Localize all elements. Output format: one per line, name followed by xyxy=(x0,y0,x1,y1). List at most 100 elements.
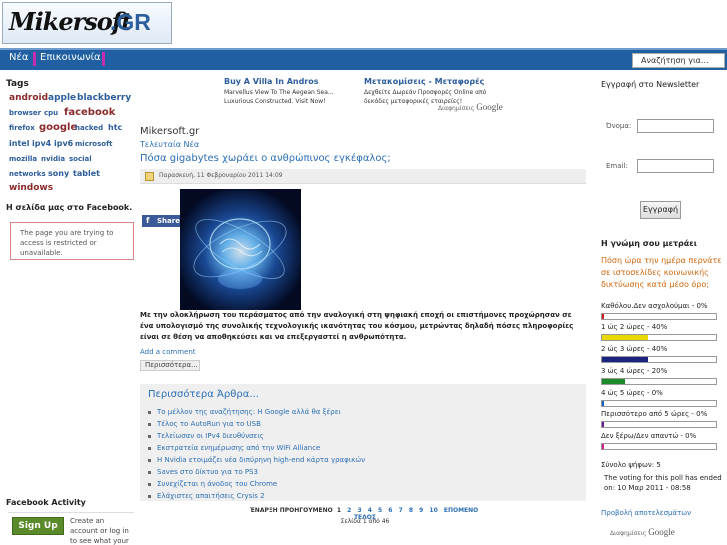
pager-prev[interactable]: ΠΡΟΗΓΟΥΜΕΝΟ xyxy=(280,507,333,514)
bullet-icon xyxy=(148,446,151,450)
tag[interactable]: nvidia xyxy=(41,155,65,163)
article-link-text[interactable]: Τέλος το AutoRun για το USB xyxy=(157,420,261,428)
facebook-activity-box: Sign Up Create an account or log in to s… xyxy=(8,512,134,545)
article-link-text[interactable]: Το μέλλον της αναζήτησης: Η Google αλλά … xyxy=(157,408,341,416)
poll-fill xyxy=(602,357,648,362)
poll-option-label[interactable]: Καθόλου.Δεν ασχολούμαι - 0% xyxy=(601,302,708,310)
add-comment-link[interactable]: Add a comment xyxy=(140,348,196,356)
search-input[interactable]: Αναζήτηση για... xyxy=(632,53,725,68)
poll-ended-text: The voting for this poll has ended on: 1… xyxy=(604,474,722,492)
facebook-page-title: Η σελίδα μας στο Facebook. xyxy=(6,203,133,212)
article-link-text[interactable]: Η Nvidia ετοιμάζει νέα διπύρηνη high-end… xyxy=(157,456,365,464)
facebook-share-button[interactable]: Share xyxy=(142,215,181,227)
pager-page[interactable]: 3 xyxy=(357,507,361,514)
pager-page[interactable]: 6 xyxy=(388,507,392,514)
tag[interactable]: cpu xyxy=(44,109,58,117)
ad-block[interactable]: Buy A Villa In Andros Marvellus View To … xyxy=(224,77,364,106)
article-link[interactable]: Τελείωσαν οι IPv4 διευθύνσεις xyxy=(148,432,264,440)
tag[interactable]: hacked xyxy=(75,124,103,132)
name-label: Όνομα: xyxy=(606,122,632,130)
ad-title[interactable]: Buy A Villa In Andros xyxy=(224,77,364,86)
page-count: Σελίδα 1 από 46 xyxy=(340,518,390,525)
post-body: Με την ολοκλήρωση του περάσματος από την… xyxy=(140,311,574,341)
nav-item-news[interactable]: Νέα xyxy=(9,52,28,63)
article-link-text[interactable]: Εκστρατεία ενημέρωσης από την WiFi Allia… xyxy=(157,444,320,452)
poll-bar xyxy=(601,400,717,407)
article-link[interactable]: Το μέλλον της αναζήτησης: Η Google αλλά … xyxy=(148,408,341,416)
pager-page[interactable]: 2 xyxy=(347,507,351,514)
pager-page[interactable]: 4 xyxy=(368,507,372,514)
tag[interactable]: mozilla xyxy=(9,155,37,163)
tag[interactable]: ipv4 xyxy=(32,139,51,148)
nav-separator xyxy=(33,52,36,66)
google-ads-label[interactable]: Διαφημίσεις Google xyxy=(610,527,675,537)
bullet-icon xyxy=(148,422,151,426)
name-field[interactable] xyxy=(637,119,714,133)
article-link[interactable]: Τέλος το AutoRun για το USB xyxy=(148,420,261,428)
poll-option-label[interactable]: 1 ώς 2 ώρες - 40% xyxy=(601,323,667,331)
poll-option-label[interactable]: 2 ώς 3 ώρες - 40% xyxy=(601,345,667,353)
ad-title[interactable]: Μετακομίσεις - Μεταφορές xyxy=(364,77,504,86)
signup-button[interactable]: Sign Up xyxy=(12,517,64,535)
pager-page[interactable]: 9 xyxy=(419,507,423,514)
pager-start[interactable]: ΈΝΑΡΞΗ xyxy=(250,507,278,514)
poll-bar xyxy=(601,313,717,320)
pager-page[interactable]: 1 xyxy=(337,507,341,514)
tag[interactable]: firefox xyxy=(9,124,35,132)
poll-option-label[interactable]: Δεν ξέρω/Δεν απαντώ - 0% xyxy=(601,432,696,440)
tag[interactable]: windows xyxy=(9,183,53,193)
poll-fill xyxy=(602,314,605,319)
tag[interactable]: apple xyxy=(48,93,76,103)
latest-news-link[interactable]: Τελευταία Νέα xyxy=(140,140,199,149)
article-link-text[interactable]: Ελάχιστες απαιτήσεις Crysis 2 xyxy=(157,492,265,500)
newsletter-title: Εγγραφή στο Newsletter xyxy=(601,80,700,89)
pager-next[interactable]: ΕΠΟΜΕΝΟ xyxy=(444,507,478,514)
post-date: Παρασκευή, 11 Φεβρουαρίου 2011 14:09 xyxy=(159,172,283,179)
article-link[interactable]: Η Nvidia ετοιμάζει νέα διπύρηνη high-end… xyxy=(148,456,365,464)
site-logo[interactable]: Mikersoft .GR xyxy=(2,2,172,44)
tag[interactable]: browser xyxy=(9,109,41,117)
tag[interactable]: microsoft xyxy=(75,140,112,148)
signup-text: Create an account or log in to see what … xyxy=(70,517,129,545)
pager-page[interactable]: 8 xyxy=(409,507,413,514)
tag[interactable]: blackberry xyxy=(77,93,131,103)
poll-option-label[interactable]: Περισσότερο από 5 ώρες - 0% xyxy=(601,410,707,418)
subscribe-button[interactable]: Εγγραφή xyxy=(640,201,681,219)
read-more-button[interactable]: Περισσότερα... xyxy=(140,360,200,371)
article-link[interactable]: Εκστρατεία ενημέρωσης από την WiFi Allia… xyxy=(148,444,320,452)
tag[interactable]: social xyxy=(69,155,92,163)
email-field[interactable] xyxy=(637,159,714,173)
pager-page[interactable]: 10 xyxy=(429,507,437,514)
poll-results-link[interactable]: Προβολή αποτελεσμάτων xyxy=(601,509,691,517)
facebook-activity-title: Facebook Activity xyxy=(6,498,86,507)
poll-option-label[interactable]: 4 ώς 5 ώρες - 0% xyxy=(601,389,663,397)
tag[interactable]: android xyxy=(9,93,48,103)
ad-desc: Marvellus View To The Aegean Sea... Luxu… xyxy=(224,89,334,105)
tag[interactable]: ipv6 xyxy=(54,139,73,148)
article-link[interactable]: Saves στο δίκτυο για το PS3 xyxy=(148,468,258,476)
post-title[interactable]: Πόσα gigabytes χωράει ο ανθρώπινος εγκέφ… xyxy=(140,153,391,164)
left-sidebar: Tags android apple blackberry browser cp… xyxy=(0,70,138,545)
google-ads-text: Διαφημίσεις xyxy=(610,530,647,537)
article-link[interactable]: Ελάχιστες απαιτήσεις Crysis 2 xyxy=(148,492,265,500)
main-content: Buy A Villa In Andros Marvellus View To … xyxy=(140,70,592,545)
article-link-text[interactable]: Συνεχίζεται η άνοδος του Chrome xyxy=(157,480,277,488)
tag[interactable]: intel xyxy=(9,139,29,148)
article-link[interactable]: Συνεχίζεται η άνοδος του Chrome xyxy=(148,480,277,488)
article-link-text[interactable]: Τελείωσαν οι IPv4 διευθύνσεις xyxy=(157,432,264,440)
tag[interactable]: google xyxy=(39,122,77,133)
nav-item-contact[interactable]: Επικοινωνία xyxy=(40,52,101,63)
pager-page[interactable]: 7 xyxy=(399,507,403,514)
tag[interactable]: sony xyxy=(48,169,69,178)
post-meta-bar: Παρασκευή, 11 Φεβρουαρίου 2011 14:09 xyxy=(140,169,586,184)
article-link-text[interactable]: Saves στο δίκτυο για το PS3 xyxy=(157,468,258,476)
tag[interactable]: htc xyxy=(108,123,122,132)
poll-bar xyxy=(601,334,717,341)
tag[interactable]: facebook xyxy=(64,107,115,118)
poll-option-label[interactable]: 3 ώς 4 ώρες - 20% xyxy=(601,367,667,375)
poll-fill xyxy=(602,335,648,340)
tag[interactable]: networks xyxy=(9,170,46,178)
google-ads-label[interactable]: Διαφημίσεις Google xyxy=(438,102,503,112)
pager-page[interactable]: 5 xyxy=(378,507,382,514)
tag[interactable]: tablet xyxy=(73,169,100,178)
